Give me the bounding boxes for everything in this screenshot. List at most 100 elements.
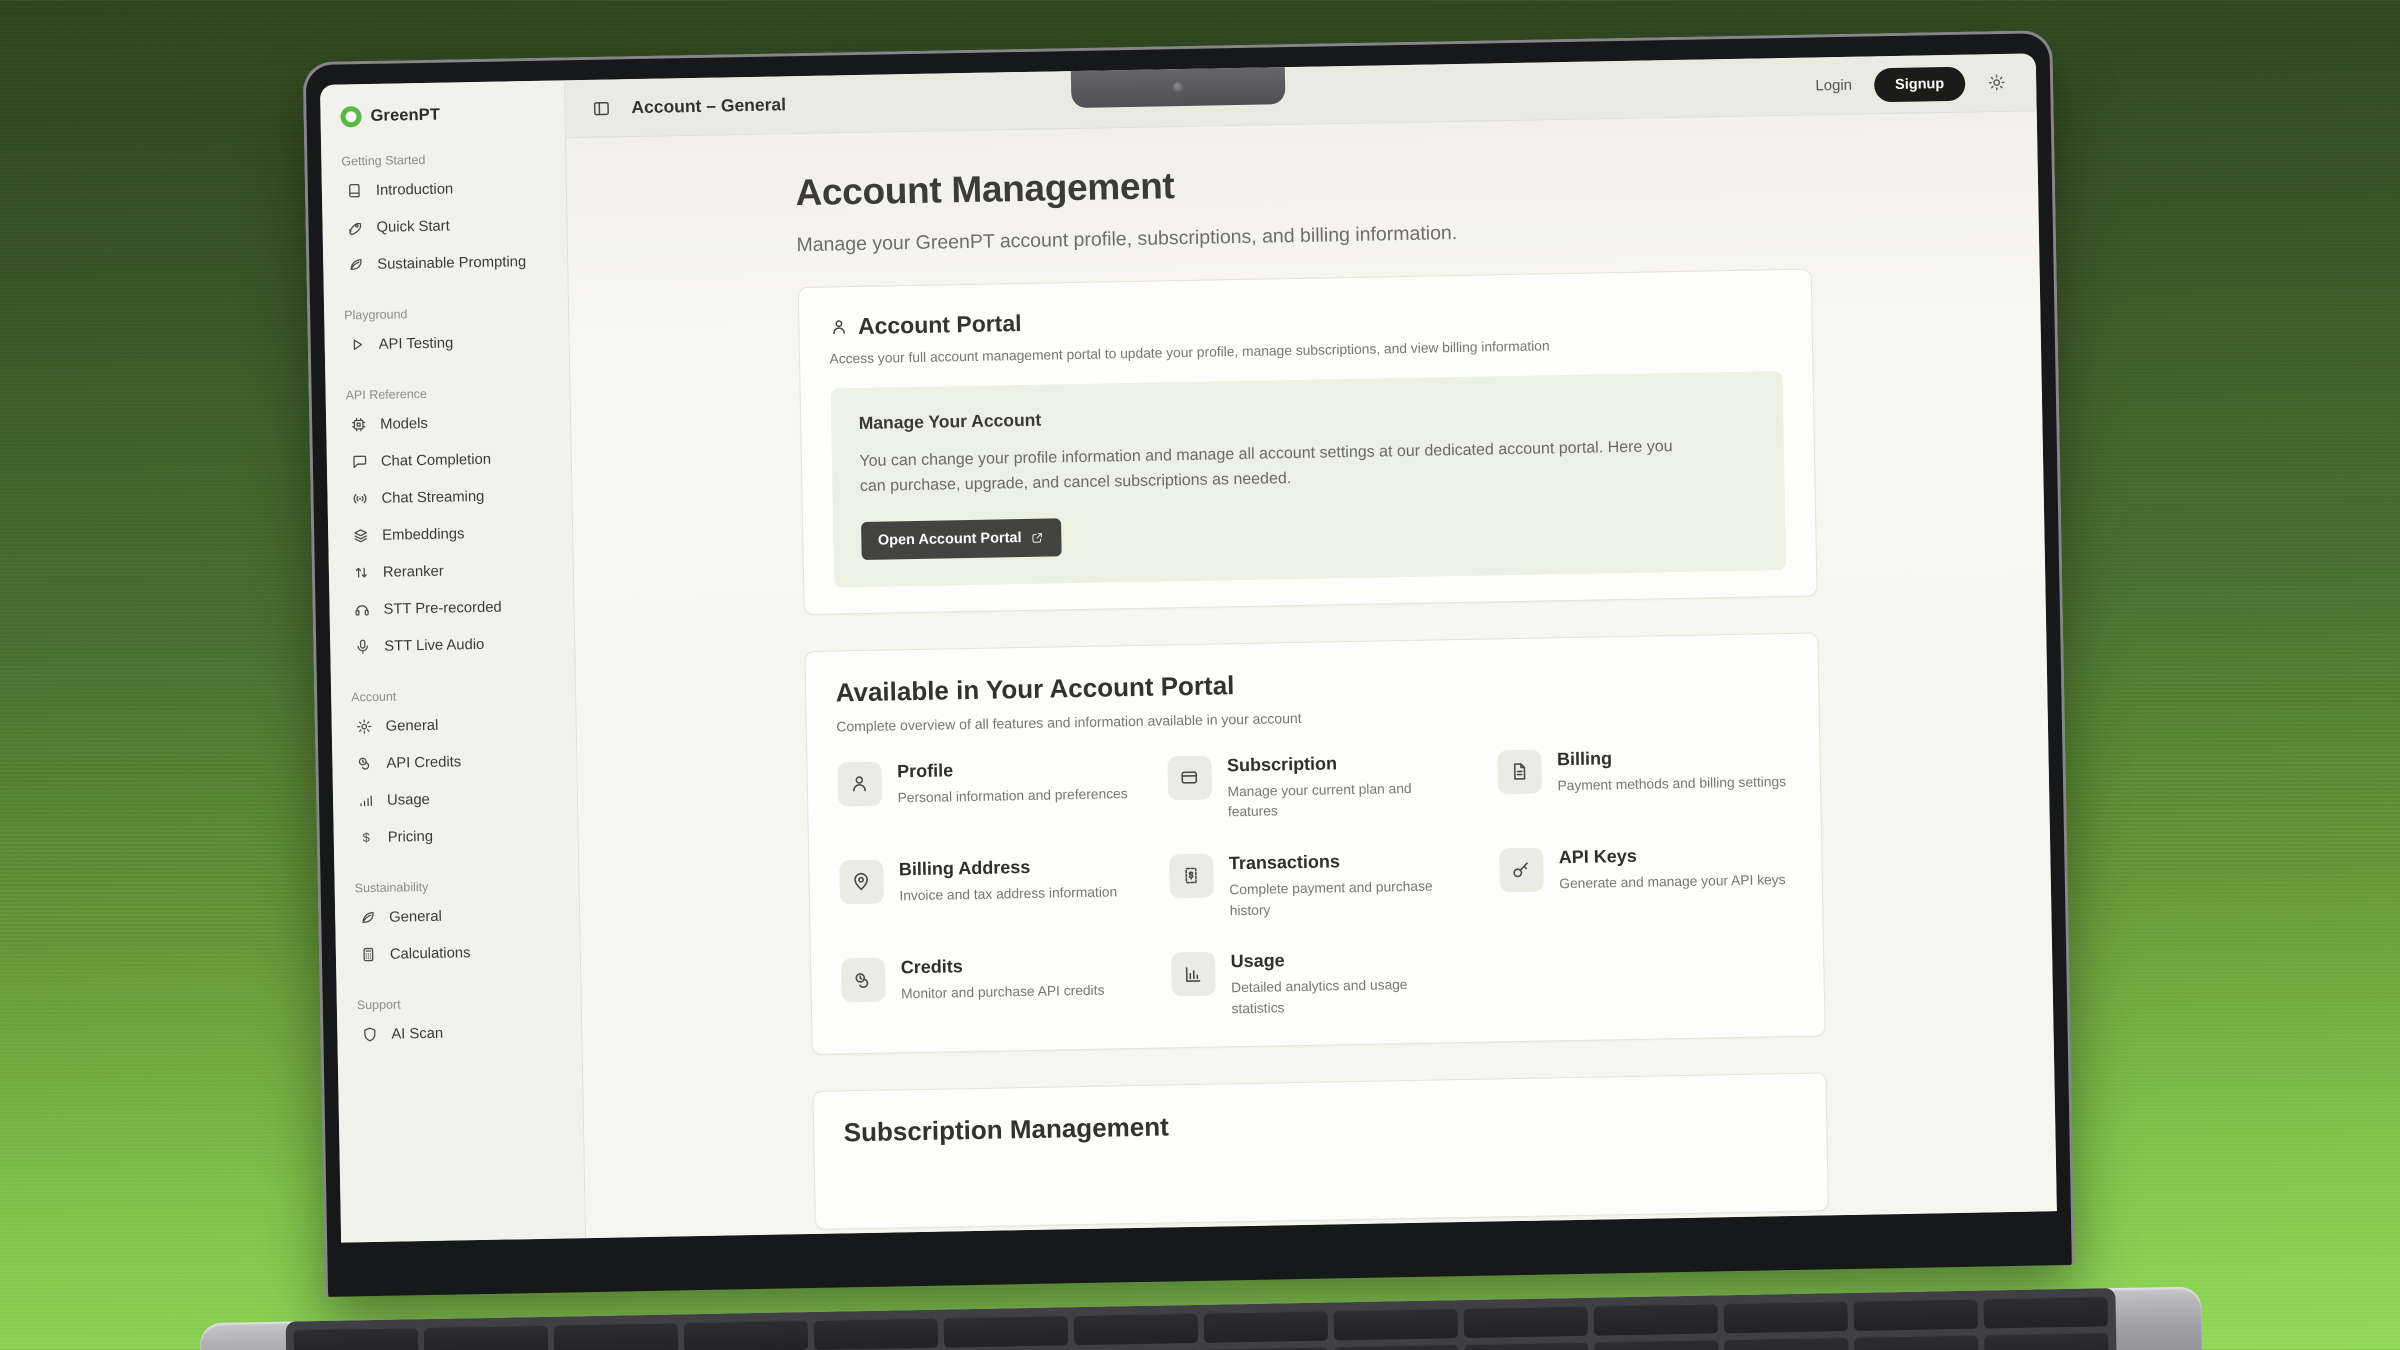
keyboard-key: [1204, 1311, 1329, 1343]
sidebar-item-api-credits[interactable]: API Credits: [352, 742, 559, 783]
webcam-icon: [1173, 82, 1184, 93]
feature-icon-tile: [841, 958, 886, 1003]
feature-item-subscription: SubscriptionManage your current plan and…: [1167, 751, 1460, 825]
feature-icon-tile: [1167, 755, 1212, 800]
sidebar-item-label: Models: [380, 415, 428, 432]
keyboard-key: [814, 1318, 939, 1350]
feature-title: Billing Address: [899, 855, 1117, 880]
keyboard-key: [1074, 1313, 1199, 1345]
features-card: Available in Your Account Portal Complet…: [804, 632, 1825, 1055]
laptop-screen-bezel: GreenPT Getting StartedIntroductionQuick…: [303, 30, 2075, 1297]
keyboard-key: [1854, 1335, 1979, 1350]
main-content: Account Management Manage your GreenPT a…: [566, 111, 2057, 1238]
cpu-icon: [350, 416, 367, 433]
sidebar-item-chat-streaming[interactable]: Chat Streaming: [347, 477, 554, 518]
gear-icon: [356, 718, 373, 735]
sidebar-item-stt-live-audio[interactable]: STT Live Audio: [350, 625, 557, 666]
keyboard-key: [944, 1315, 1069, 1347]
leaf-icon: [359, 909, 376, 926]
person-icon: [849, 773, 870, 794]
feature-description: Invoice and tax address information: [899, 882, 1117, 907]
keyboard-key: [1594, 1339, 1719, 1350]
coins-icon: [852, 970, 873, 991]
sidebar-item-label: Quick Start: [376, 218, 449, 235]
keyboard-key: [1724, 1301, 1849, 1333]
sidebar-section: PlaygroundAPI Testing: [344, 305, 551, 364]
sidebar-item-pricing[interactable]: $Pricing: [353, 816, 560, 857]
sidebar-item-quick-start[interactable]: Quick Start: [342, 206, 549, 247]
keyboard-key: [294, 1327, 419, 1350]
sidebar-item-label: API Testing: [379, 335, 454, 352]
feature-icon-tile: [1170, 952, 1215, 997]
feature-description: Manage your current plan and features: [1227, 778, 1460, 824]
laptop-keyboard-deck: [200, 1287, 2204, 1350]
sidebar-item-usage[interactable]: Usage: [353, 779, 560, 820]
chat-icon: [351, 453, 368, 470]
sidebar-item-ai-scan[interactable]: AI Scan: [357, 1013, 564, 1054]
sidebar-item-stt-pre-recorded[interactable]: STT Pre-recorded: [349, 588, 556, 629]
keyboard-key: [1334, 1344, 1459, 1350]
sidebar-item-general[interactable]: General: [355, 896, 562, 937]
page-heading: Account Management: [795, 154, 1810, 215]
keyboard-key: [1204, 1347, 1329, 1350]
brand-logo[interactable]: GreenPT: [340, 99, 546, 130]
sidebar-item-sustainable-prompting[interactable]: Sustainable Prompting: [343, 243, 550, 284]
keyboard-key: [1724, 1337, 1849, 1350]
sidebar-toggle-icon[interactable]: [591, 98, 611, 118]
sidebar-item-embeddings[interactable]: Embeddings: [348, 514, 555, 555]
svg-text:$: $: [363, 830, 370, 845]
sort-icon: [353, 564, 370, 581]
headphones-icon: [353, 601, 370, 618]
greenpt-logo-icon: [340, 106, 361, 127]
feature-title: Transactions: [1229, 849, 1461, 874]
sidebar-item-label: Calculations: [390, 945, 471, 962]
keyboard-key: [1853, 1299, 1978, 1331]
leaf-icon: [347, 256, 364, 273]
sidebar-item-label: General: [389, 908, 442, 925]
manage-account-box: Manage Your Account You can change your …: [830, 371, 1785, 587]
laptop-mockup: GreenPT Getting StartedIntroductionQuick…: [303, 30, 2079, 1350]
sidebar-section: SupportAI Scan: [357, 995, 564, 1054]
calculator-icon: [360, 946, 377, 963]
sidebar-item-label: Reranker: [383, 563, 444, 580]
sidebar-section-label: API Reference: [346, 385, 552, 403]
bars-icon: [357, 792, 374, 809]
login-link[interactable]: Login: [1815, 77, 1852, 95]
sidebar-item-introduction[interactable]: Introduction: [342, 169, 549, 210]
sidebar-item-general[interactable]: General: [351, 705, 558, 746]
keyboard-key: [1594, 1303, 1719, 1335]
subscription-management-title: Subscription Management: [843, 1100, 1795, 1148]
portal-card-title: Account Portal: [858, 310, 1022, 340]
sidebar-item-models[interactable]: Models: [346, 403, 553, 444]
open-account-portal-button[interactable]: Open Account Portal: [861, 518, 1062, 560]
manage-account-body: You can change your profile information …: [859, 435, 1700, 500]
sidebar-item-label: Chat Completion: [381, 451, 491, 469]
card-icon: [1179, 767, 1200, 788]
portal-card-description: Access your full account management port…: [829, 334, 1781, 366]
feature-item-profile: ProfilePersonal information and preferen…: [837, 757, 1130, 831]
keyboard-key: [554, 1322, 679, 1350]
keyboard-key: [1983, 1296, 2108, 1328]
sun-icon[interactable]: [1987, 73, 2006, 92]
keyboard-key: [1334, 1308, 1459, 1340]
sidebar-item-label: API Credits: [386, 754, 461, 771]
feature-item-credits: CreditsMonitor and purchase API credits: [841, 953, 1134, 1027]
sidebar-section: Getting StartedIntroductionQuick StartSu…: [341, 151, 549, 284]
feature-icon-tile: [1169, 854, 1214, 899]
sidebar-item-label: Usage: [387, 791, 430, 808]
feature-title: Usage: [1230, 947, 1462, 972]
signup-button[interactable]: Signup: [1874, 66, 1966, 102]
sidebar-item-reranker[interactable]: Reranker: [349, 551, 556, 592]
sidebar-item-api-testing[interactable]: API Testing: [344, 323, 551, 364]
chart-icon: [1182, 964, 1203, 985]
pin-icon: [850, 871, 871, 892]
sidebar-item-chat-completion[interactable]: Chat Completion: [347, 440, 554, 481]
feature-title: Subscription: [1227, 751, 1459, 776]
sidebar-item-calculations[interactable]: Calculations: [356, 933, 563, 974]
sidebar-section: SustainabilityGeneralCalculations: [355, 878, 563, 974]
right-column: Account – General Login Signup Account M…: [565, 53, 2057, 1238]
feature-icon-tile: [1499, 848, 1544, 893]
keyboard-key: [424, 1325, 549, 1350]
dollar-icon: $: [358, 829, 375, 846]
external-link-icon: [1030, 530, 1044, 544]
